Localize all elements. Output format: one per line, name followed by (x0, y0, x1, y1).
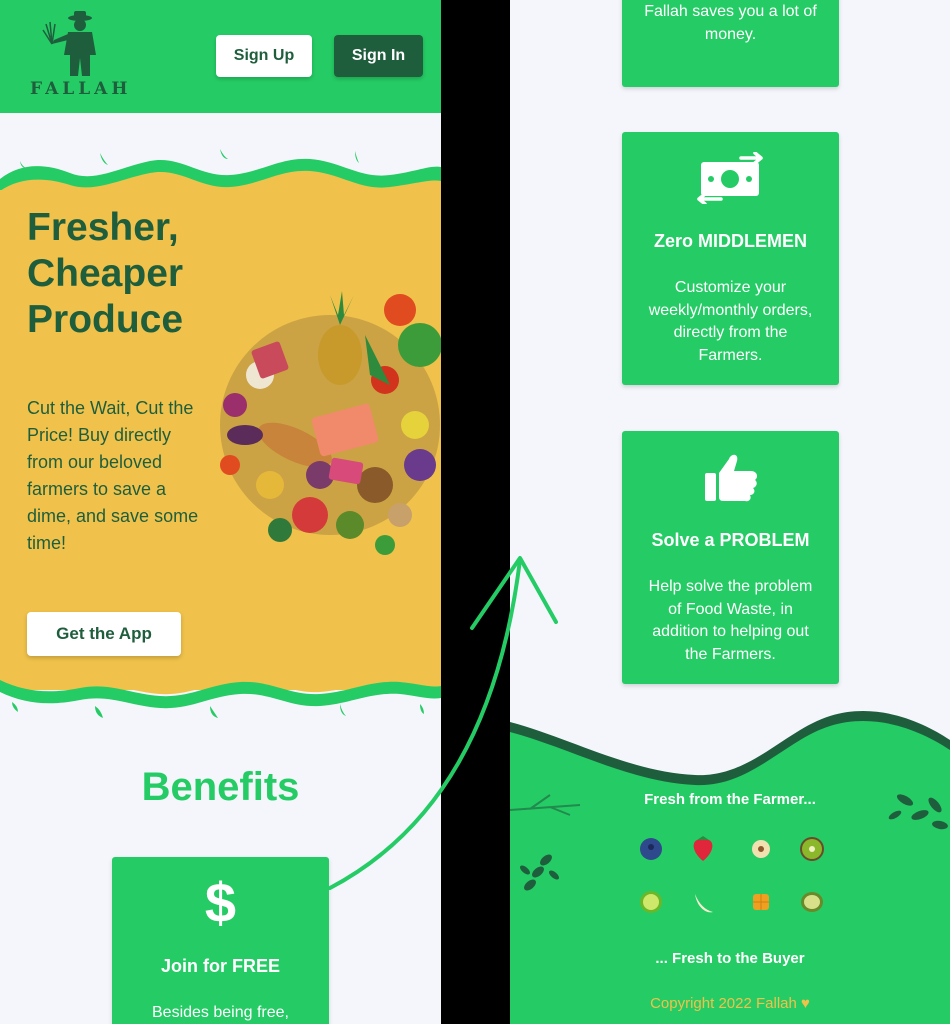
copyright-text: Copyright 2022 Fallah (650, 995, 797, 1012)
footer-section (510, 711, 950, 1024)
strawberry-icon (693, 836, 713, 861)
card-description: Fallah saves you a lot of money. (644, 3, 817, 43)
avocado-icon (801, 892, 823, 912)
card-description: Besides being free, (152, 1004, 289, 1021)
benefits-title: Benefits (141, 765, 300, 809)
mango-icon (753, 894, 769, 910)
hero-title: Fresher, Cheaper Produce (27, 206, 184, 341)
footer-tagline-bottom: ... Fresh to the Buyer (655, 950, 805, 967)
footer-tagline-top: Fresh from the Farmer... (644, 791, 816, 808)
get-the-app-button[interactable]: Get the App (27, 612, 181, 656)
card-title: Join for FREE (160, 956, 280, 976)
dollar-icon: $ (204, 871, 237, 934)
benefit-card-free: $ Join for FREE Besides being free, (112, 857, 329, 1024)
copyright: Copyright 2022 Fallah ♥ (510, 995, 950, 1012)
banana-icon (695, 894, 713, 913)
money-exchange-icon (696, 152, 763, 204)
thumbs-up-icon (704, 454, 757, 502)
apple-slice-icon (752, 840, 770, 858)
kiwi-icon (800, 837, 824, 861)
farmer-logo-icon (42, 11, 96, 76)
brand-name: FALLAH (30, 79, 132, 99)
benefit-card-middlemen: Zero MIDDLEMEN Customize your weekly/mon… (622, 132, 839, 385)
header: FALLAH Sign Up Sign In (0, 0, 441, 113)
card-title: Solve a PROBLEM (651, 530, 810, 550)
bottom-wave-divider (0, 670, 441, 718)
card-description: Customize your weekly/monthly orders, di… (648, 279, 813, 364)
heart-icon: ♥ (801, 995, 810, 1012)
benefit-card-savings: Fallah saves you a lot of money. (622, 0, 839, 87)
left-screen: FALLAH Sign Up Sign In Fresher, Cheaper … (0, 0, 441, 1024)
sign-up-button[interactable]: Sign Up (216, 35, 312, 77)
produce-image (220, 291, 441, 555)
hero-description: Cut the Wait, Cut the Price! Buy directl… (27, 398, 199, 553)
benefit-card-problem: Solve a PROBLEM Help solve the problem o… (622, 431, 839, 684)
card-title: Zero MIDDLEMEN (654, 231, 807, 251)
sign-in-button[interactable]: Sign In (334, 35, 423, 77)
card-description: Help solve the problem of Food Waste, in… (648, 578, 813, 663)
lime-icon (640, 891, 662, 913)
blueberry-icon (640, 838, 662, 860)
right-screen: Fallah saves you a lot of money. Zero MI… (510, 0, 950, 1024)
